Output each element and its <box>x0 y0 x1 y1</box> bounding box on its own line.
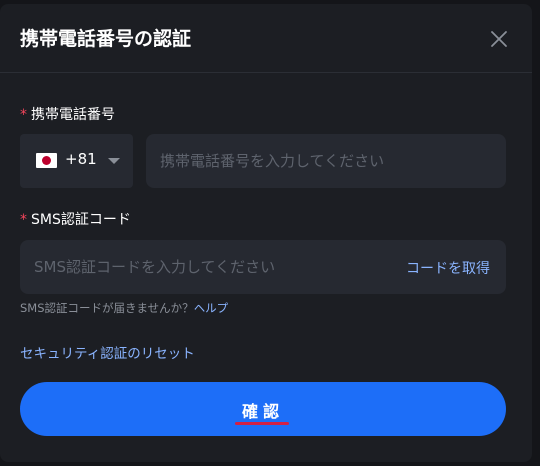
phone-label-text: 携帯電話番号 <box>31 107 115 123</box>
confirm-button[interactable]: 確認 <box>20 382 506 436</box>
get-code-button[interactable]: コードを取得 <box>406 258 490 278</box>
sms-label: * SMS認証コード <box>20 209 131 229</box>
security-reset-link[interactable]: セキュリティ認証のリセット <box>20 342 195 362</box>
sms-hint-text: SMS認証コードが届きませんか？ <box>20 301 194 315</box>
phone-input[interactable]: 携帯電話番号を入力してください <box>146 134 506 188</box>
sms-label-text: SMS認証コード <box>31 212 131 228</box>
sms-hint: SMS認証コードが届きませんか？ヘルプ <box>20 300 228 316</box>
caret-down-icon <box>108 158 120 164</box>
help-link[interactable]: ヘルプ <box>194 301 229 315</box>
required-mark: * <box>20 212 27 228</box>
sms-placeholder: SMS認証コードを入力してください <box>34 258 276 276</box>
annotation-underline <box>235 422 289 425</box>
country-code-select[interactable]: +81 <box>20 134 133 188</box>
required-mark: * <box>20 107 27 123</box>
sms-code-input[interactable]: SMS認証コードを入力してください コードを取得 <box>20 240 506 294</box>
confirm-button-label: 確認 <box>241 402 284 421</box>
phone-label: * 携帯電話番号 <box>20 104 115 124</box>
verification-dialog: 携帯電話番号の認証 * 携帯電話番号 +81 携帯電話番号を入力してください * S… <box>0 4 532 462</box>
dialog-title: 携帯電話番号の認証 <box>20 28 192 50</box>
close-icon[interactable] <box>486 26 512 52</box>
japan-flag-icon <box>36 153 57 168</box>
dial-code: +81 <box>65 150 97 168</box>
phone-placeholder: 携帯電話番号を入力してください <box>160 152 385 170</box>
dialog-header: 携帯電話番号の認証 <box>0 4 532 73</box>
